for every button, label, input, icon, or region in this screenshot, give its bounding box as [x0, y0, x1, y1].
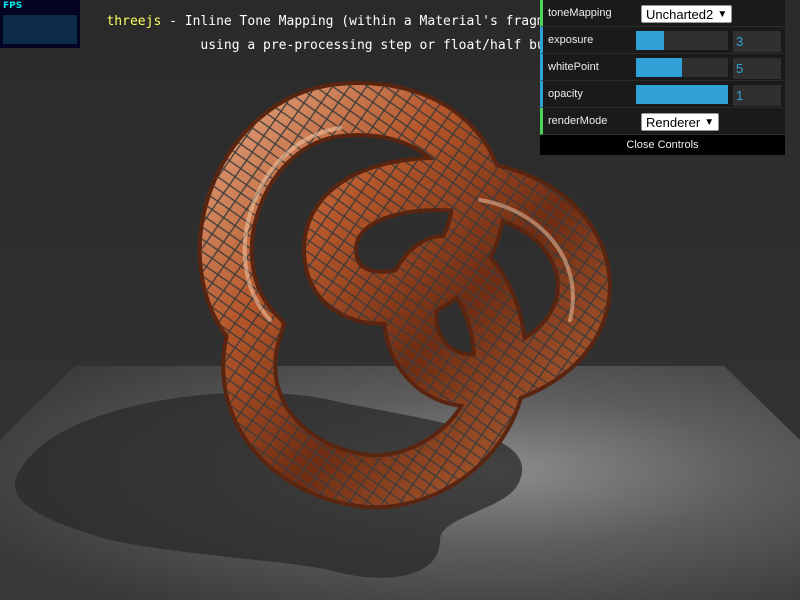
render-mode-label: renderMode: [548, 115, 608, 127]
tone-mapping-value: Uncharted2: [646, 7, 714, 22]
exposure-label: exposure: [548, 34, 594, 46]
tone-mapping-row: toneMapping Uncharted2 ▼: [540, 0, 785, 27]
white-point-slider[interactable]: [636, 58, 728, 77]
white-point-label: whitePoint: [548, 61, 599, 73]
exposure-slider[interactable]: [636, 31, 728, 50]
chevron-down-icon: ▼: [704, 117, 715, 128]
exposure-slider-fill: [636, 31, 664, 50]
render-mode-select[interactable]: Renderer ▼: [641, 113, 720, 131]
exposure-row: exposure 3: [540, 27, 785, 54]
tone-mapping-select[interactable]: Uncharted2 ▼: [641, 5, 733, 23]
opacity-label: opacity: [548, 88, 583, 100]
exposure-input[interactable]: 3: [733, 31, 781, 52]
opacity-input[interactable]: 1: [733, 85, 781, 106]
dat-gui-panel: toneMapping Uncharted2 ▼ exposure 3 whit…: [540, 0, 785, 155]
white-point-input[interactable]: 5: [733, 58, 781, 79]
white-point-row: whitePoint 5: [540, 54, 785, 81]
close-controls-button[interactable]: Close Controls: [540, 135, 785, 155]
tone-mapping-label: toneMapping: [548, 7, 612, 19]
opacity-slider-fill: [636, 85, 728, 104]
chevron-down-icon: ▼: [717, 9, 728, 20]
render-mode-value: Renderer: [646, 115, 701, 130]
threejs-link[interactable]: threejs: [106, 14, 161, 29]
opacity-row: opacity 1: [540, 81, 785, 108]
white-point-slider-fill: [636, 58, 682, 77]
opacity-slider[interactable]: [636, 85, 728, 104]
render-mode-row: renderMode Renderer ▼: [540, 108, 785, 135]
